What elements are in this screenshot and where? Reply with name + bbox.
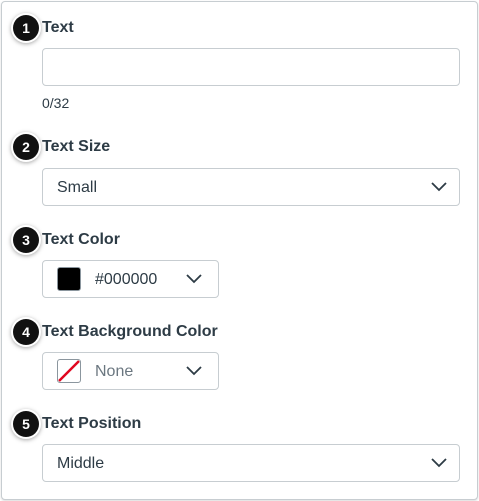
chevron-down-icon — [186, 366, 202, 376]
text-size-select[interactable]: Small — [42, 168, 460, 206]
chevron-down-icon — [431, 182, 447, 192]
text-color-picker[interactable]: #000000 — [42, 260, 219, 298]
text-position-label: Text Position — [42, 415, 142, 432]
step-badge-4: 4 — [13, 319, 39, 345]
text-background-color-picker[interactable]: None — [42, 352, 219, 390]
none-slash-icon — [57, 359, 81, 383]
text-label: Text — [42, 19, 74, 36]
settings-panel: 1 Text 0/32 2 Text Size Small 3 Text Col… — [1, 1, 478, 500]
step-badge-5: 5 — [13, 411, 39, 437]
character-counter: 0/32 — [42, 95, 70, 111]
chevron-down-icon — [431, 458, 447, 468]
text-background-color-value: None — [95, 363, 134, 380]
color-swatch — [57, 267, 81, 291]
step-badge-1: 1 — [13, 15, 39, 41]
chevron-down-icon — [186, 274, 202, 284]
text-color-value: #000000 — [95, 271, 158, 288]
text-color-label: Text Color — [42, 231, 120, 248]
text-position-select[interactable]: Middle — [42, 444, 460, 482]
text-size-value: Small — [57, 179, 98, 196]
text-position-value: Middle — [57, 455, 105, 472]
text-size-label: Text Size — [42, 138, 111, 155]
step-badge-2: 2 — [13, 134, 39, 160]
text-background-color-label: Text Background Color — [42, 323, 218, 340]
step-badge-3: 3 — [13, 227, 39, 253]
text-input[interactable] — [42, 48, 460, 86]
